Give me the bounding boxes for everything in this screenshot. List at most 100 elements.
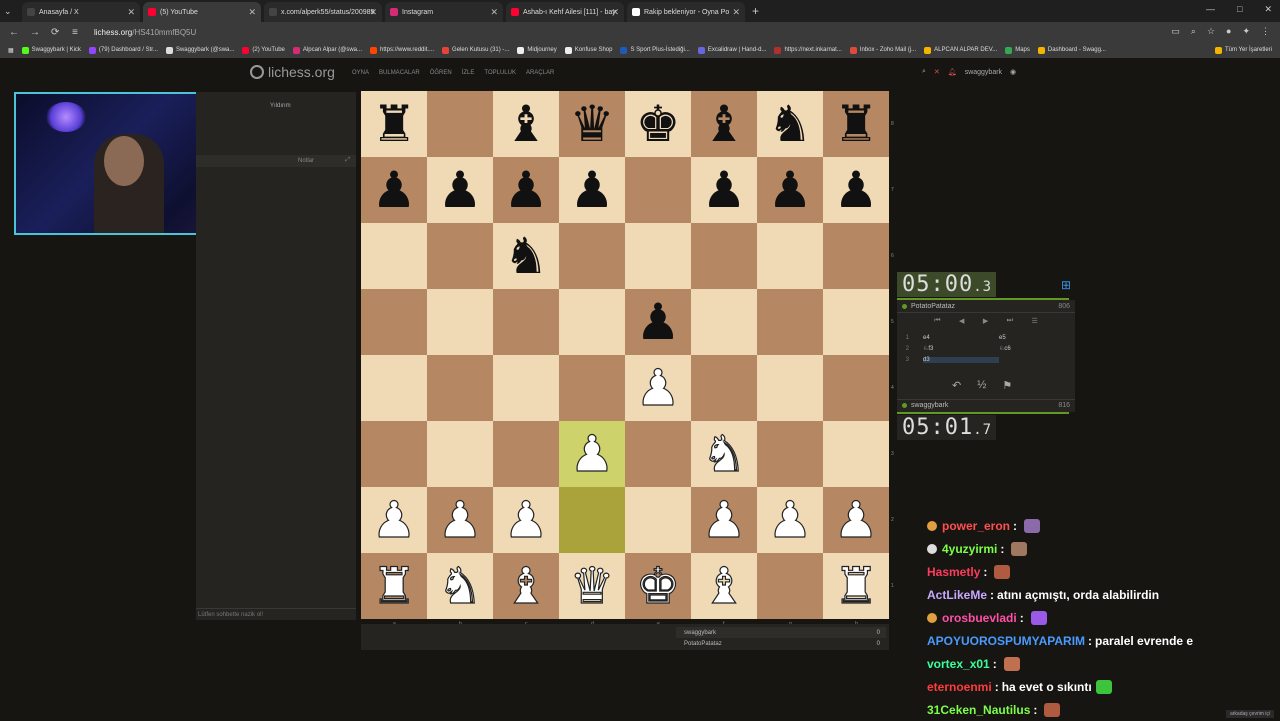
square-e2[interactable] — [625, 487, 691, 553]
white-move[interactable]: d3 — [923, 357, 999, 363]
close-tab-icon[interactable]: ✕ — [369, 7, 377, 18]
square-g1[interactable] — [757, 553, 823, 619]
white-knight-piece[interactable]: ♞ — [702, 429, 747, 479]
white-move[interactable]: e4 — [923, 335, 999, 341]
url-field[interactable]: lichess.org/HS410mmfBQ5U — [94, 28, 196, 37]
square-h4[interactable] — [823, 355, 889, 421]
square-e5[interactable]: ♟ — [625, 289, 691, 355]
square-g8[interactable]: ♞ — [757, 91, 823, 157]
square-g2[interactable]: ♟ — [757, 487, 823, 553]
white-move[interactable]: ♘f3 — [923, 345, 999, 352]
forward-icon[interactable]: → — [30, 27, 42, 38]
offer-draw-button[interactable]: ½ — [977, 379, 986, 392]
browser-tab[interactable]: x.com/alperk55/status/200989✕ — [264, 2, 382, 22]
close-tab-icon[interactable]: ✕ — [490, 7, 498, 18]
takeback-icon[interactable]: ↶ — [952, 379, 961, 392]
square-h7[interactable]: ♟ — [823, 157, 889, 223]
black-pawn-piece[interactable]: ♟ — [768, 165, 813, 215]
square-d2[interactable] — [559, 487, 625, 553]
site-info-icon[interactable]: ≡ — [72, 27, 84, 38]
challenge-icon[interactable]: ✕ — [934, 68, 940, 76]
square-b6[interactable] — [427, 223, 493, 289]
square-c4[interactable] — [493, 355, 559, 421]
square-d7[interactable]: ♟ — [559, 157, 625, 223]
reload-icon[interactable]: ⟳ — [51, 27, 63, 38]
square-f6[interactable] — [691, 223, 757, 289]
square-b7[interactable]: ♟ — [427, 157, 493, 223]
square-c8[interactable]: ♝ — [493, 91, 559, 157]
square-a8[interactable]: ♜ — [361, 91, 427, 157]
square-f8[interactable]: ♝ — [691, 91, 757, 157]
square-b3[interactable] — [427, 421, 493, 487]
bookmark-item[interactable]: Maps — [1005, 47, 1030, 54]
black-knight-piece[interactable]: ♞ — [504, 231, 549, 281]
search-icon[interactable]: ⌕ — [922, 68, 926, 76]
square-h8[interactable]: ♜ — [823, 91, 889, 157]
add-time-icon[interactable]: ⊞ — [1061, 278, 1071, 292]
black-pawn-piece[interactable]: ♟ — [372, 165, 417, 215]
bookmark-item[interactable]: Inbox - Zoho Mail (j... — [850, 47, 916, 54]
friends-online-label[interactable]: arkadaş çevrim içi — [1226, 710, 1274, 718]
bookmark-item[interactable]: Alpcan Alpar (@swa... — [293, 47, 362, 54]
player-name[interactable]: swaggybark816 — [897, 399, 1075, 411]
lichess-logo[interactable]: lichess.org — [250, 64, 335, 80]
black-rook-piece[interactable]: ♜ — [834, 99, 879, 149]
square-a4[interactable] — [361, 355, 427, 421]
black-king-piece[interactable]: ♚ — [636, 99, 681, 149]
bookmark-item[interactable]: (2) YouTube — [242, 47, 284, 54]
back-icon[interactable]: ← — [9, 27, 21, 38]
square-e3[interactable] — [625, 421, 691, 487]
white-king-piece[interactable]: ♚ — [636, 561, 681, 611]
square-f4[interactable] — [691, 355, 757, 421]
chess-board[interactable]: ♜♝♛♚♝♞♜♟♟♟♟♟♟♟♞♟♟♟♞♟♟♟♟♟♟♜♞♝♛♚♝♜ — [361, 91, 889, 619]
square-c5[interactable] — [493, 289, 559, 355]
square-d3[interactable]: ♟ — [559, 421, 625, 487]
resign-flag-icon[interactable]: ⚑ — [1002, 379, 1012, 392]
white-bishop-piece[interactable]: ♝ — [702, 561, 747, 611]
square-h2[interactable]: ♟ — [823, 487, 889, 553]
white-knight-piece[interactable]: ♞ — [438, 561, 483, 611]
first-move-icon[interactable]: ⏮ — [934, 317, 940, 329]
square-f1[interactable]: ♝ — [691, 553, 757, 619]
square-h5[interactable] — [823, 289, 889, 355]
square-d6[interactable] — [559, 223, 625, 289]
square-e4[interactable]: ♟ — [625, 355, 691, 421]
close-tab-icon[interactable]: ✕ — [611, 7, 619, 18]
square-e7[interactable] — [625, 157, 691, 223]
tab-search-icon[interactable]: ⌄ — [4, 6, 18, 17]
bookmark-item[interactable]: Midjourney — [517, 47, 556, 54]
square-h1[interactable]: ♜ — [823, 553, 889, 619]
black-bishop-piece[interactable]: ♝ — [504, 99, 549, 149]
extension-icon[interactable]: ● — [1226, 26, 1231, 37]
square-g6[interactable] — [757, 223, 823, 289]
white-pawn-piece[interactable]: ♟ — [504, 495, 549, 545]
white-pawn-piece[interactable]: ♟ — [768, 495, 813, 545]
browser-tab[interactable]: Anasayfa / X✕ — [22, 2, 140, 22]
white-pawn-piece[interactable]: ♟ — [834, 495, 879, 545]
prev-move-icon[interactable]: ◀ — [959, 317, 964, 329]
white-rook-piece[interactable]: ♜ — [372, 561, 417, 611]
black-rook-piece[interactable]: ♜ — [372, 99, 417, 149]
square-h6[interactable] — [823, 223, 889, 289]
square-e8[interactable]: ♚ — [625, 91, 691, 157]
square-g4[interactable] — [757, 355, 823, 421]
white-rook-piece[interactable]: ♜ — [834, 561, 879, 611]
all-bookmarks[interactable]: Tüm Yer İşaretleri — [1215, 47, 1272, 54]
square-c7[interactable]: ♟ — [493, 157, 559, 223]
bookmark-item[interactable]: https://next.inkarnat... — [774, 47, 841, 54]
bookmark-item[interactable]: Swaggybark | Kick — [22, 47, 81, 54]
square-a2[interactable]: ♟ — [361, 487, 427, 553]
black-pawn-piece[interactable]: ♟ — [438, 165, 483, 215]
bookmark-item[interactable]: Dashboard - Swagg... — [1038, 47, 1106, 54]
black-pawn-piece[interactable]: ♟ — [504, 165, 549, 215]
bookmark-item[interactable]: Excalidraw | Hand-d... — [698, 47, 767, 54]
minimize-icon[interactable]: — — [1206, 4, 1215, 15]
extensions-puzzle-icon[interactable]: ✦ — [1242, 26, 1250, 37]
bookmark-star-icon[interactable]: ☆ — [1207, 26, 1215, 37]
white-queen-piece[interactable]: ♛ — [570, 561, 615, 611]
chat-input[interactable]: Lütfen sohbette nazik ol! — [196, 608, 356, 620]
square-g5[interactable] — [757, 289, 823, 355]
square-d4[interactable] — [559, 355, 625, 421]
square-g3[interactable] — [757, 421, 823, 487]
square-e6[interactable] — [625, 223, 691, 289]
